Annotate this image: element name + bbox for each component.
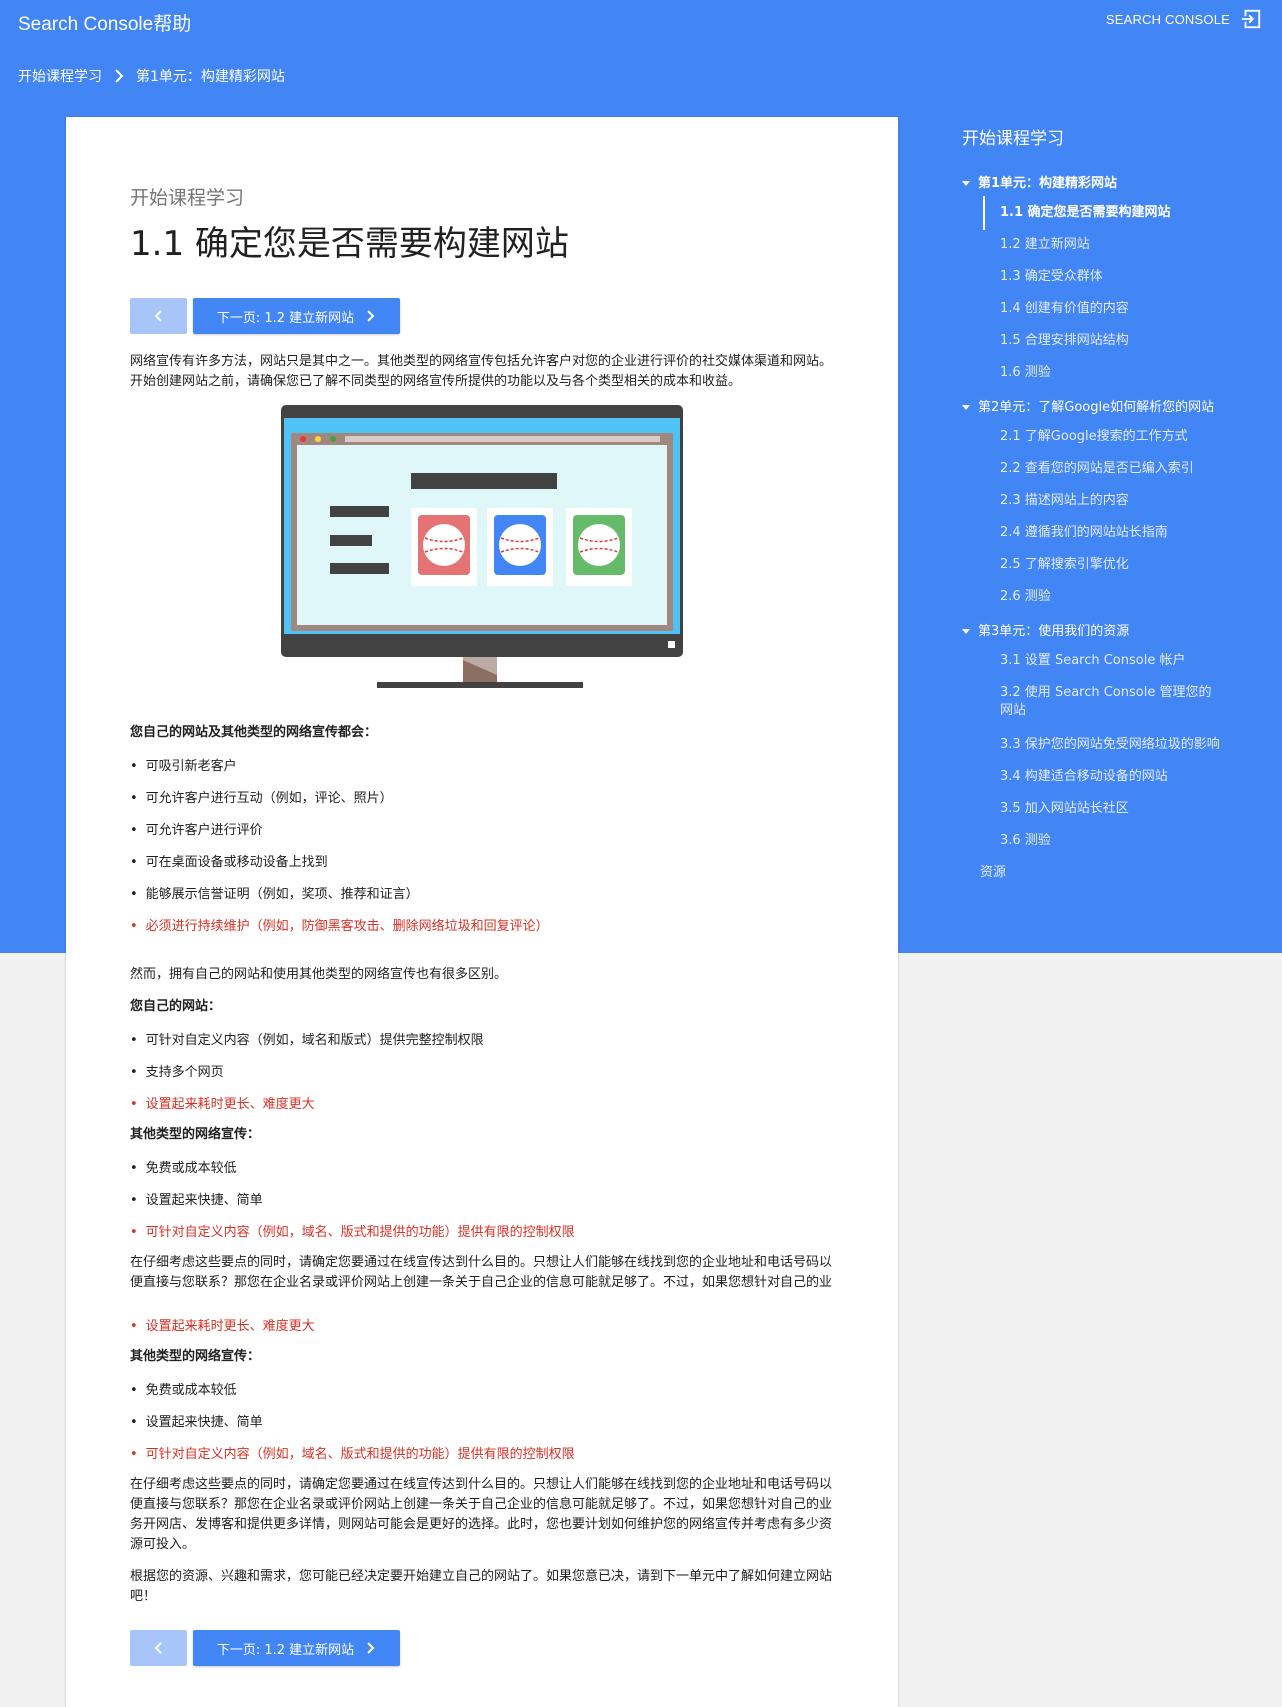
- own-heading: 您自己的网站：: [130, 999, 222, 1014]
- sign-in-icon[interactable]: [1240, 8, 1262, 30]
- toc-item[interactable]: 2.3 描述网站上的内容: [1000, 492, 1220, 510]
- list-item: 可允许客户进行互动（例如，评论、照片）: [130, 787, 393, 806]
- consider-paragraph-clipped: 在仔细考虑这些要点的同时，请确定您要通过在线宣传达到什么目的。只想让人们能够在线…: [130, 1255, 833, 1290]
- toc-item[interactable]: 3.3 保护您的网站免受网络垃圾的影响: [1000, 736, 1220, 754]
- chevron-right-icon: [367, 310, 375, 322]
- list-item: 可针对自定义内容（例如，域名和版式）提供完整控制权限: [130, 1029, 484, 1048]
- toc-item[interactable]: 3.6 测验: [1000, 832, 1220, 850]
- toc-unit-2[interactable]: 第2单元：了解Google如何解析您的网站: [962, 396, 1214, 415]
- toc-resources[interactable]: 资源: [980, 864, 1200, 882]
- list-item: 免费或成本较低: [130, 1379, 237, 1398]
- toc-item[interactable]: 2.2 查看您的网站是否已编入索引: [1000, 460, 1220, 478]
- toc-item[interactable]: 2.4 遵循我们的网站站长指南: [1000, 524, 1220, 542]
- chevron-left-icon: [154, 1642, 162, 1654]
- toc-item[interactable]: 1.2 建立新网站: [1000, 236, 1220, 254]
- intro-text: 网络宣传有许多方法，网站只是其中之一。其他类型的网络宣传包括允许客户对您的企业进…: [130, 354, 833, 389]
- toc-item[interactable]: 3.4 构建适合移动设备的网站: [1000, 768, 1220, 786]
- prev-button[interactable]: [130, 298, 187, 334]
- breadcrumb-root[interactable]: 开始课程学习: [18, 66, 102, 86]
- next-button[interactable]: 下一页: 1.2 建立新网站: [193, 1630, 400, 1666]
- toc-item[interactable]: 3.1 设置 Search Console 帐户: [1000, 652, 1220, 670]
- toc-item[interactable]: 1.5 合理安排网站结构: [1000, 332, 1220, 350]
- monitor-illustration: [281, 405, 683, 688]
- other-heading: 其他类型的网络宣传：: [130, 1127, 261, 1142]
- prev-button[interactable]: [130, 1630, 187, 1666]
- list-item: 可在桌面设备或移动设备上找到: [130, 851, 328, 870]
- closing-paragraph: 根据您的资源、兴趣和需求，您可能已经决定要开始建立自己的网站了。如果您意已决，请…: [130, 1569, 833, 1604]
- both-heading: 您自己的网站及其他类型的网络宣传都会：: [130, 725, 378, 740]
- active-indicator: [983, 196, 985, 230]
- difference-text: 然而，拥有自己的网站和使用其他类型的网络宣传也有很多区别。: [130, 967, 508, 982]
- list-item: 免费或成本较低: [130, 1157, 237, 1176]
- toc-item[interactable]: 3.5 加入网站站长社区: [1000, 800, 1220, 818]
- warning-item: 设置起来耗时更长、难度更大: [130, 1093, 315, 1112]
- toc-item[interactable]: 3.2 使用 Search Console 管理您的网站: [1000, 684, 1220, 720]
- list-item: 可允许客户进行评价: [130, 819, 263, 838]
- list-item: 设置起来快捷、简单: [130, 1411, 263, 1430]
- top-pagination: 下一页: 1.2 建立新网站: [130, 298, 400, 334]
- article-eyebrow: 开始课程学习: [130, 187, 245, 209]
- toc-item[interactable]: 1.4 创建有价值的内容: [1000, 300, 1220, 318]
- app-title[interactable]: Search Console帮助: [18, 9, 191, 36]
- warning-item: 可针对自定义内容（例如，域名、版式和提供的功能）提供有限的控制权限: [130, 1221, 575, 1240]
- chevron-right-icon: [115, 69, 124, 83]
- top-bar: Search Console帮助 SEARCH CONSOLE: [0, 0, 1282, 40]
- breadcrumb-current[interactable]: 第1单元：构建精彩网站: [136, 66, 285, 86]
- warning-item: 可针对自定义内容（例如，域名、版式和提供的功能）提供有限的控制权限: [130, 1443, 575, 1462]
- toc-item[interactable]: 1.3 确定受众群体: [1000, 268, 1220, 286]
- toc-item[interactable]: 2.1 了解Google搜索的工作方式: [1000, 428, 1220, 446]
- search-console-link[interactable]: SEARCH CONSOLE: [1106, 12, 1230, 27]
- next-button-label: 下一页: 1.2 建立新网站: [216, 310, 355, 326]
- next-button[interactable]: 下一页: 1.2 建立新网站: [193, 298, 400, 334]
- toc-title[interactable]: 开始课程学习: [962, 124, 1252, 149]
- table-of-contents: 开始课程学习 第1单元：构建精彩网站 1.1 确定您是否需要构建网站 1.2 建…: [962, 124, 1252, 880]
- list-item: 支持多个网页: [130, 1061, 224, 1080]
- toc-item[interactable]: 1.6 测验: [1000, 364, 1220, 382]
- other-heading: 其他类型的网络宣传：: [130, 1349, 261, 1364]
- breadcrumb: 开始课程学习 第1单元：构建精彩网站: [18, 66, 285, 86]
- article-card: 开始课程学习 1.1 确定您是否需要构建网站 下一页: 1.2 建立新网站 网络…: [66, 117, 898, 1707]
- consider-paragraph: 在仔细考虑这些要点的同时，请确定您要通过在线宣传达到什么目的。只想让人们能够在线…: [130, 1477, 833, 1552]
- caret-down-icon: [962, 629, 970, 634]
- toc-item[interactable]: 1.1 确定您是否需要构建网站: [1000, 204, 1220, 222]
- bottom-pagination: 下一页: 1.2 建立新网站: [130, 1630, 400, 1666]
- article-header: 开始课程学习 1.1 确定您是否需要构建网站: [130, 183, 836, 265]
- caret-down-icon: [962, 405, 970, 410]
- intro-paragraph: 网络宣传有许多方法，网站只是其中之一。其他类型的网络宣传包括允许客户对您的企业进…: [130, 352, 836, 392]
- toc-unit-3[interactable]: 第3单元：使用我们的资源: [962, 620, 1129, 639]
- warning-item: 必须进行持续维护（例如，防御黑客攻击、删除网络垃圾和回复评论）: [130, 915, 549, 934]
- chevron-left-icon: [154, 310, 162, 322]
- chevron-right-icon: [367, 1642, 375, 1654]
- toc-unit-1[interactable]: 第1单元：构建精彩网站: [962, 172, 1117, 191]
- toc-item[interactable]: 2.5 了解搜索引擎优化: [1000, 556, 1220, 574]
- warning-item: 设置起来耗时更长、难度更大: [130, 1315, 315, 1334]
- toc-item[interactable]: 2.6 测验: [1000, 588, 1220, 606]
- list-item: 可吸引新老客户: [130, 755, 237, 774]
- list-item: 设置起来快捷、简单: [130, 1189, 263, 1208]
- list-item: 能够展示信誉证明（例如，奖项、推荐和证言）: [130, 883, 419, 902]
- page-title: 1.1 确定您是否需要构建网站: [130, 224, 569, 264]
- next-button-label: 下一页: 1.2 建立新网站: [216, 1642, 355, 1658]
- caret-down-icon: [962, 181, 970, 186]
